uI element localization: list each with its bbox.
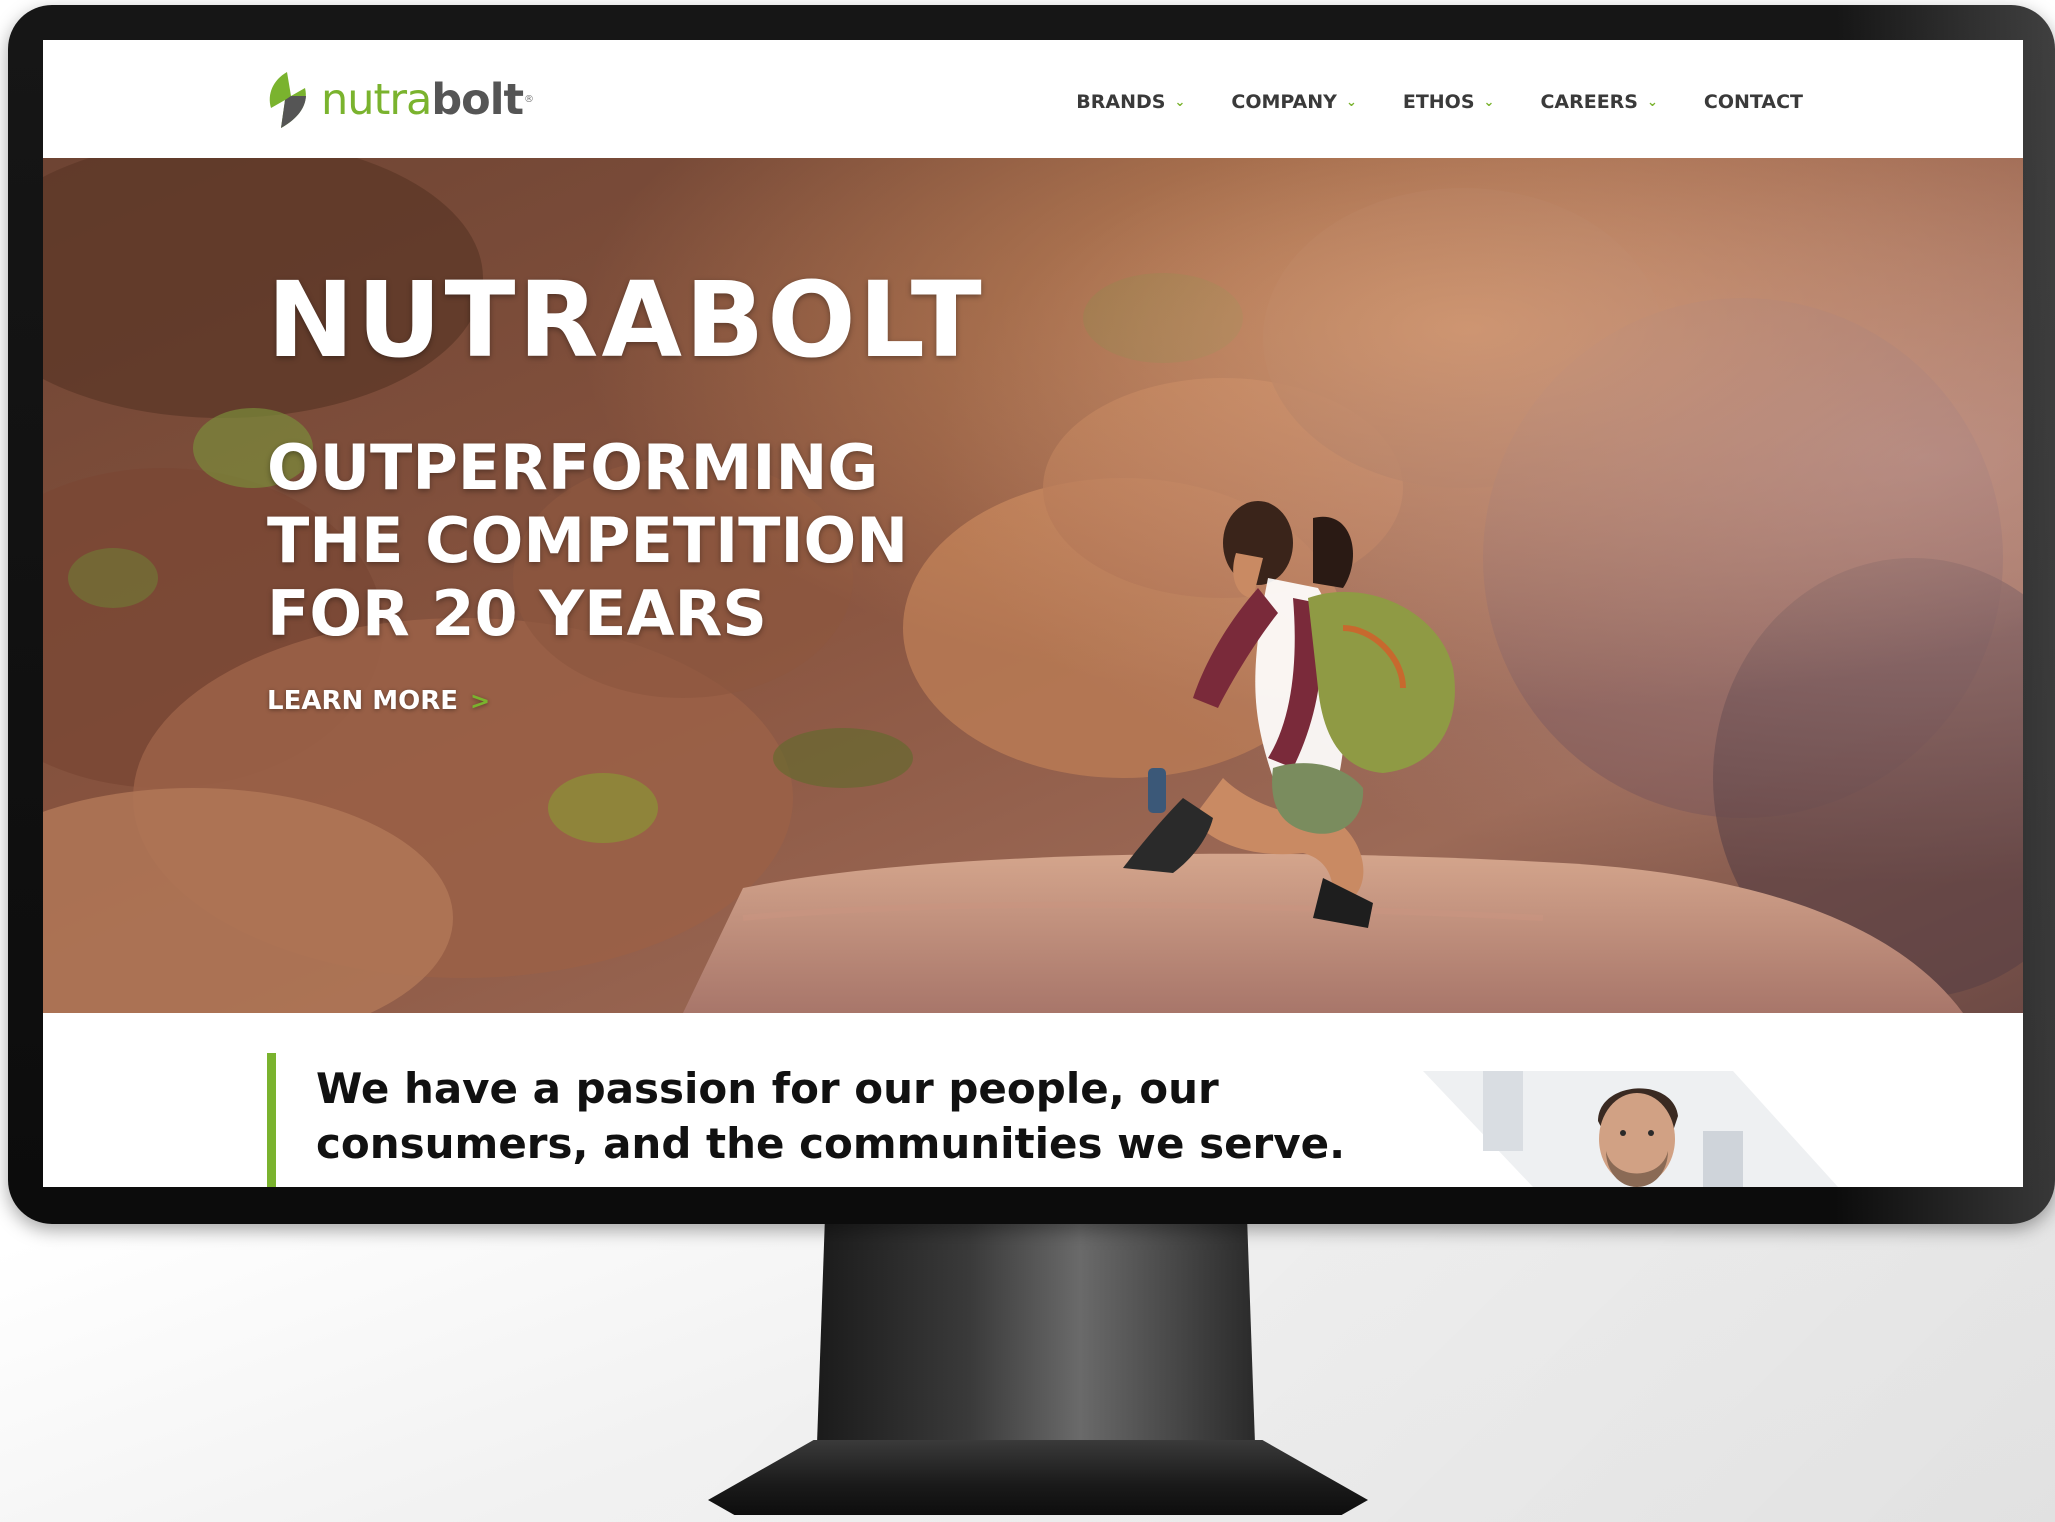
hero-title: NUTRABOLT: [267, 259, 985, 381]
nav-item-label: BRANDS: [1076, 91, 1166, 113]
nav-item-label: CAREERS: [1540, 91, 1638, 113]
nav-item-contact[interactable]: CONTACT: [1704, 91, 1803, 113]
nav-item-ethos[interactable]: ETHOS ⌄: [1403, 91, 1495, 113]
nav-item-brands[interactable]: BRANDS ⌄: [1076, 91, 1185, 113]
hero-subtitle-line: FOR 20 YEARS: [267, 577, 767, 650]
chevron-down-icon: ⌄: [1345, 94, 1357, 110]
logo-wordmark: nutrabolt®: [321, 70, 534, 130]
intro-section: We have a passion for our people, our co…: [43, 1013, 2023, 1187]
hero-banner: NUTRABOLT OUTPERFORMING THE COMPETITION …: [43, 158, 2023, 1013]
chevron-right-icon: >: [470, 687, 491, 715]
chevron-down-icon: ⌄: [1174, 94, 1186, 110]
website-screen: nutrabolt® BRANDS ⌄ COMPANY ⌄ ETHOS ⌄ CA…: [43, 40, 2023, 1187]
monitor-stand: [816, 1222, 1256, 1472]
trademark-symbol: ®: [524, 94, 534, 105]
learn-more-link[interactable]: LEARN MORE >: [267, 686, 490, 716]
nav-item-company[interactable]: COMPANY ⌄: [1231, 91, 1356, 113]
main-nav: BRANDS ⌄ COMPANY ⌄ ETHOS ⌄ CAREERS ⌄ CON…: [1076, 91, 1803, 113]
hero-subtitle-line: THE COMPETITION: [267, 504, 909, 577]
nav-item-label: ETHOS: [1402, 91, 1475, 113]
intro-quote: We have a passion for our people, our co…: [316, 1061, 1346, 1171]
logo-text-nutra: nutra: [321, 75, 432, 125]
site-logo[interactable]: nutrabolt®: [265, 70, 534, 130]
intro-quote-line: consumers, and the communities we serve.: [316, 1119, 1346, 1168]
chevron-down-icon: ⌄: [1647, 94, 1658, 110]
logo-text-bolt: bolt: [431, 75, 524, 125]
person-photo-card: [1423, 1071, 1838, 1187]
chevron-down-icon: ⌄: [1483, 94, 1495, 110]
nav-item-careers[interactable]: CAREERS ⌄: [1540, 91, 1657, 113]
quote-accent-bar: [267, 1053, 276, 1187]
hero-subtitle-line: OUTPERFORMING: [267, 431, 879, 504]
nav-item-label: COMPANY: [1231, 91, 1337, 113]
intro-quote-line: We have a passion for our people, our: [316, 1064, 1219, 1113]
man-portrait-photo: [1423, 1071, 1838, 1187]
site-header: nutrabolt® BRANDS ⌄ COMPANY ⌄ ETHOS ⌄ CA…: [43, 40, 2023, 158]
nav-item-label: CONTACT: [1703, 91, 1803, 113]
learn-more-label: LEARN MORE: [267, 686, 459, 716]
hero-subtitle: OUTPERFORMING THE COMPETITION FOR 20 YEA…: [267, 431, 967, 650]
monitor-stand-base: [708, 1440, 1368, 1515]
bolt-leaf-icon: [269, 72, 306, 128]
